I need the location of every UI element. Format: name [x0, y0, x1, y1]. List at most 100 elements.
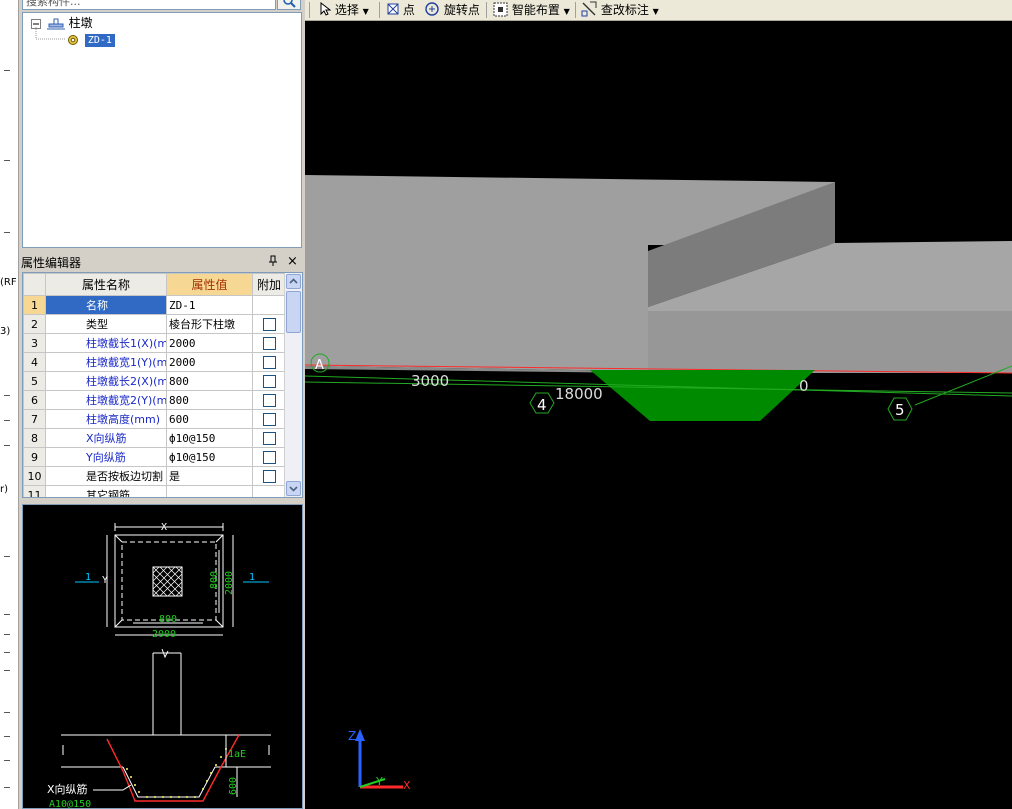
z-axis-arrow: [355, 729, 365, 741]
property-name: X向纵筋: [45, 428, 167, 448]
extra-checkbox[interactable]: [262, 355, 276, 369]
toolbar: 选择 ▼ 点 旋转点 智能布置 ▼ 查改标注 ▼: [305, 0, 1012, 21]
check-annotation-button[interactable]: 查改标注 ▼: [581, 1, 659, 19]
property-value[interactable]: [166, 485, 253, 497]
x-axis-label: X: [403, 779, 411, 792]
property-editor-title: 属性编辑器: [21, 256, 82, 270]
close-icon[interactable]: ×: [287, 254, 298, 270]
edge-tick: [4, 420, 10, 421]
property-row[interactable]: 1 名称 ZD-1: [23, 295, 286, 315]
property-row[interactable]: 10 是否按板边切割是: [23, 466, 286, 486]
property-extra-cell[interactable]: [252, 390, 286, 410]
row-number: 7: [23, 409, 46, 429]
row-number: 10: [23, 466, 46, 486]
pin-icon[interactable]: [268, 255, 278, 272]
tree-item-zd-1[interactable]: ZD-1: [67, 31, 115, 47]
row-number: 1: [23, 295, 46, 315]
rotate-icon: [425, 2, 439, 16]
header-value[interactable]: 属性值: [166, 273, 253, 296]
scroll-up-button[interactable]: [286, 274, 301, 289]
scroll-down-button[interactable]: [286, 481, 301, 496]
property-row[interactable]: 7 柱墩高度(mm) 600: [23, 409, 286, 429]
property-extra-cell[interactable]: [252, 371, 286, 391]
property-row[interactable]: 9 Y向纵筋 ф10@150: [23, 447, 286, 467]
property-value[interactable]: 800: [166, 371, 253, 391]
header-name[interactable]: 属性名称: [45, 273, 167, 296]
edge-text-3: r): [0, 484, 9, 495]
edge-tick: [4, 614, 10, 615]
edge-tick: [4, 395, 10, 396]
property-row[interactable]: 3柱墩截长1(X)(mm)2000: [23, 333, 286, 353]
3d-viewport[interactable]: A 3000 18000 0 4 5 Z X Y: [305, 21, 1012, 809]
extra-checkbox[interactable]: [262, 469, 276, 483]
property-extra-cell[interactable]: [252, 295, 286, 315]
property-value[interactable]: ZD-1: [166, 295, 253, 315]
property-value[interactable]: 2000: [166, 352, 253, 372]
search-button[interactable]: [277, 0, 301, 10]
tree-connector: [35, 27, 65, 40]
edge-tick: [4, 556, 10, 557]
rotate-point-button[interactable]: 旋转点: [424, 1, 480, 19]
edge-tick: [4, 160, 10, 161]
property-table: 属性名称 属性值 附加 1名称ZD-12类型棱台形下柱墩3柱墩截长1(X)(mm…: [23, 273, 286, 497]
property-row[interactable]: 6柱墩截宽2(Y)(mm)800: [23, 390, 286, 410]
property-value[interactable]: ф10@150: [166, 447, 253, 467]
extra-checkbox[interactable]: [262, 374, 276, 388]
extra-checkbox[interactable]: [262, 336, 276, 350]
property-row[interactable]: 5柱墩截长2(X)(mm)800: [23, 371, 286, 391]
extra-checkbox[interactable]: [262, 431, 276, 445]
cursor-icon: [320, 1, 332, 16]
property-extra-cell[interactable]: [252, 428, 286, 448]
dim-800-right: 800: [209, 571, 220, 589]
property-extra-cell[interactable]: [252, 352, 286, 372]
toolbar-separator: [309, 2, 310, 18]
chevron-up-icon: [289, 278, 298, 284]
dim-18000: 18000: [555, 385, 603, 403]
property-value[interactable]: ф10@150: [166, 428, 253, 448]
edge-tick: [4, 760, 10, 761]
property-extra-cell[interactable]: [252, 333, 286, 353]
tree-root-label: 柱墩: [68, 16, 93, 30]
edit-annotation-icon: [581, 1, 597, 17]
smart-layout-button[interactable]: 智能布置 ▼: [493, 1, 570, 19]
row-number: 11: [23, 485, 46, 497]
property-value[interactable]: 棱台形下柱墩: [166, 314, 253, 334]
select-button[interactable]: 选择 ▼: [319, 1, 369, 19]
property-grid: 属性名称 属性值 附加 1名称ZD-12类型棱台形下柱墩3柱墩截长1(X)(mm…: [22, 272, 303, 498]
header-corner: [23, 273, 46, 296]
property-scrollbar[interactable]: [284, 273, 302, 497]
header-extra[interactable]: 附加: [252, 273, 286, 296]
row-number: 6: [23, 390, 46, 410]
property-row[interactable]: 11 其它钢筋: [23, 485, 286, 497]
component-tree: 柱墩 ZD-1: [22, 12, 302, 248]
left-edge-strip: (RF 3) r): [0, 0, 19, 809]
row-number: 2: [23, 314, 46, 334]
property-name: 类型: [45, 314, 167, 334]
property-row[interactable]: 4柱墩截宽1(Y)(mm)2000: [23, 352, 286, 372]
edge-tick: [4, 712, 10, 713]
property-name: 柱墩截长2(X)(mm): [45, 371, 167, 391]
property-extra-cell[interactable]: [252, 314, 286, 334]
property-extra-cell[interactable]: [252, 409, 286, 429]
scroll-thumb[interactable]: [286, 291, 301, 333]
property-extra-cell[interactable]: [252, 447, 286, 467]
dim-3000: 3000: [411, 372, 449, 390]
property-row[interactable]: 8 X向纵筋 ф10@150: [23, 428, 286, 448]
y-axis-label: Y: [375, 775, 383, 788]
toolbar-separator: [575, 2, 576, 18]
axis-a-label: A: [315, 358, 324, 373]
property-value[interactable]: 是: [166, 466, 253, 486]
property-row[interactable]: 2 类型 棱台形下柱墩: [23, 314, 286, 334]
slab-front-face-right: [648, 311, 1012, 373]
extra-checkbox[interactable]: [262, 412, 276, 426]
property-value[interactable]: 2000: [166, 333, 253, 353]
extra-checkbox[interactable]: [262, 317, 276, 331]
property-value[interactable]: 600: [166, 409, 253, 429]
point-button[interactable]: 点: [387, 1, 415, 19]
component-search-input[interactable]: 搜索构件...: [22, 0, 276, 10]
property-value[interactable]: 800: [166, 390, 253, 410]
extra-checkbox[interactable]: [262, 450, 276, 464]
property-extra-cell[interactable]: [252, 466, 286, 486]
extra-checkbox[interactable]: [262, 393, 276, 407]
property-extra-cell[interactable]: [252, 485, 286, 497]
